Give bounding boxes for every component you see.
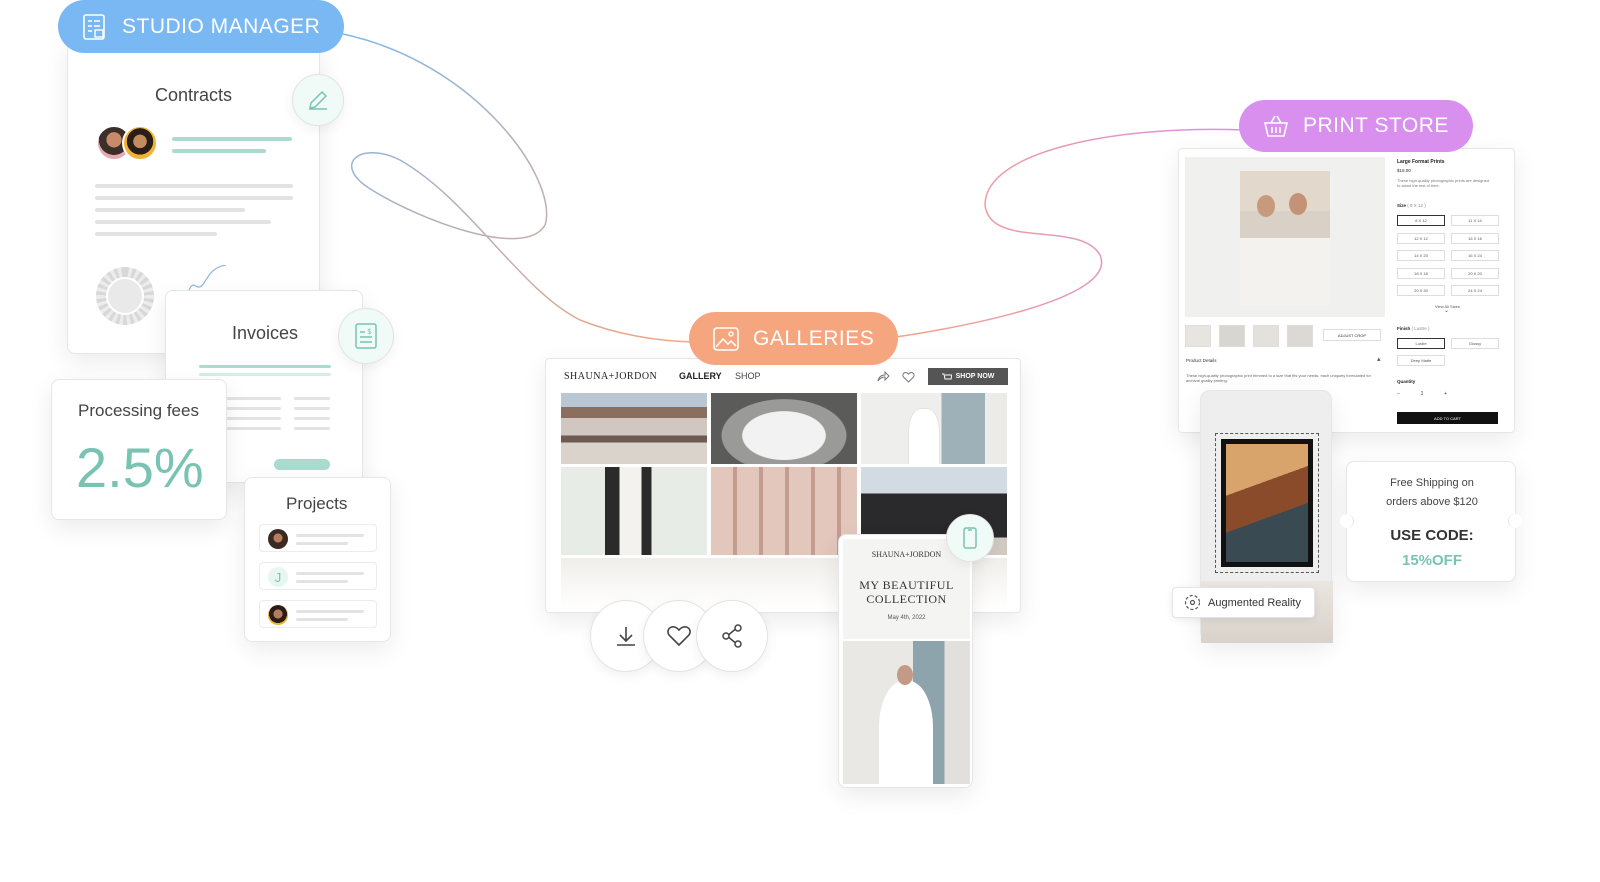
invoice-icon-button[interactable]: $ bbox=[338, 308, 394, 364]
signer-line bbox=[172, 137, 292, 141]
projects-title: Projects bbox=[286, 494, 348, 513]
processing-fees-label: Processing fees bbox=[78, 401, 199, 420]
shop-now-button[interactable]: SHOP NOW bbox=[928, 368, 1008, 385]
size-option[interactable]: 16 X 16 bbox=[1451, 232, 1499, 244]
coupon-card: Free Shipping on orders above $120 USE C… bbox=[1340, 461, 1522, 582]
size-option[interactable]: 12 X 12 bbox=[1397, 232, 1445, 244]
download-icon bbox=[617, 627, 635, 646]
size-option[interactable]: 8 X 12 bbox=[1397, 215, 1445, 226]
product-description: These high-quality photographic prints a… bbox=[1397, 178, 1490, 188]
finish-option[interactable]: Deep Matte bbox=[1397, 355, 1445, 366]
print-store-label: PRINT STORE bbox=[1303, 114, 1449, 137]
thumbnail[interactable] bbox=[1219, 325, 1245, 347]
galleries-label: GALLERIES bbox=[753, 326, 875, 350]
coupon-line-1: Free Shipping on bbox=[1390, 477, 1474, 489]
processing-fees-card: Processing fees 2.5% bbox=[51, 379, 227, 520]
product-price: $18.00 bbox=[1397, 168, 1411, 173]
size-option[interactable]: 24 X 24 bbox=[1451, 285, 1499, 296]
signer-line bbox=[172, 149, 266, 153]
chevron-down-icon: ⌄ bbox=[1444, 308, 1450, 314]
thumbnail[interactable] bbox=[1287, 325, 1313, 347]
share-button[interactable] bbox=[696, 600, 768, 672]
thumbnail[interactable] bbox=[1253, 325, 1279, 347]
product-details-text: These high-quality photographic print tr… bbox=[1186, 373, 1371, 383]
pay-button[interactable] bbox=[274, 459, 330, 470]
seal-icon bbox=[96, 267, 154, 325]
print-store-badge[interactable]: PRINT STORE bbox=[1239, 100, 1473, 152]
gallery-phone[interactable]: SHAUNA+JORDON MY BEAUTIFUL COLLECTION Ma… bbox=[838, 534, 973, 788]
ar-icon bbox=[1184, 594, 1201, 611]
avatar bbox=[268, 605, 288, 625]
basket-icon bbox=[1263, 115, 1289, 137]
size-option[interactable]: 11 X 14 bbox=[1451, 215, 1499, 226]
phone-date: May 4th, 2022 bbox=[887, 615, 926, 621]
finish-label: Finish ( Lustre ) bbox=[1397, 326, 1430, 331]
projects-card[interactable]: Projects J bbox=[244, 477, 391, 642]
avatar bbox=[268, 529, 288, 549]
mobile-icon bbox=[963, 527, 977, 549]
project-row[interactable] bbox=[259, 600, 377, 628]
share-icon bbox=[722, 624, 742, 648]
coupon-line-2: orders above $120 bbox=[1386, 496, 1478, 508]
size-label: Size ( 8 X 12 ) bbox=[1397, 203, 1426, 208]
gallery-photo[interactable] bbox=[711, 393, 857, 464]
chevron-up-icon[interactable]: ▴ bbox=[1377, 355, 1381, 363]
mobile-button[interactable] bbox=[946, 514, 994, 562]
gallery-photo[interactable] bbox=[561, 467, 707, 555]
share-icon[interactable] bbox=[876, 371, 890, 383]
phone-title-1: MY BEAUTIFUL bbox=[859, 578, 954, 592]
augmented-reality-chip[interactable]: Augmented Reality bbox=[1172, 587, 1315, 618]
gallery-photo[interactable] bbox=[711, 467, 857, 555]
cart-icon bbox=[941, 373, 952, 379]
coupon-code: 15%OFF bbox=[1401, 552, 1462, 569]
product-image bbox=[1185, 157, 1385, 317]
size-option[interactable]: 20 X 20 bbox=[1451, 267, 1499, 279]
finish-option[interactable]: Glossy bbox=[1451, 338, 1499, 349]
galleries-badge[interactable]: GALLERIES bbox=[689, 312, 899, 365]
avatar: J bbox=[268, 567, 288, 587]
product-details-label: Product Details bbox=[1186, 358, 1217, 363]
gallery-photo[interactable] bbox=[861, 393, 1007, 464]
avatar bbox=[122, 125, 158, 161]
pen-icon bbox=[309, 90, 328, 110]
nav-gallery[interactable]: GALLERY bbox=[679, 371, 722, 381]
sign-pen-button[interactable] bbox=[292, 74, 344, 126]
heart-icon[interactable] bbox=[902, 371, 915, 383]
invoice-icon: $ bbox=[355, 323, 377, 349]
nav-shop[interactable]: SHOP bbox=[735, 371, 761, 381]
contracts-title: Contracts bbox=[155, 85, 233, 105]
image-icon bbox=[713, 326, 739, 351]
increment-button[interactable]: + bbox=[1444, 391, 1447, 401]
size-option[interactable]: 20 X 30 bbox=[1397, 285, 1445, 296]
augmented-reality-label: Augmented Reality bbox=[1208, 596, 1301, 609]
invoices-title: Invoices bbox=[232, 323, 299, 343]
processing-fees-value: 2.5% bbox=[76, 436, 204, 499]
gallery-brand: SHAUNA+JORDON bbox=[564, 371, 658, 382]
coupon-code-label: USE CODE: bbox=[1390, 527, 1474, 544]
heart-icon bbox=[667, 626, 691, 647]
size-option[interactable]: 18 X 18 bbox=[1397, 267, 1445, 279]
studio-manager-badge[interactable]: STUDIO MANAGER bbox=[58, 0, 345, 53]
finish-option[interactable]: Lustre bbox=[1397, 338, 1445, 349]
svg-text:$: $ bbox=[367, 327, 372, 336]
gallery-photo[interactable] bbox=[561, 393, 707, 464]
size-option[interactable]: 14 X 20 bbox=[1397, 250, 1445, 261]
project-row[interactable] bbox=[259, 524, 377, 552]
thumbnail[interactable] bbox=[1185, 325, 1211, 347]
ar-framed-print bbox=[1221, 439, 1313, 567]
add-to-cart-button[interactable]: ADD TO CART bbox=[1397, 412, 1498, 424]
adjust-crop-button[interactable]: ADJUST CROP bbox=[1323, 329, 1381, 341]
product-title: Large Format Prints bbox=[1397, 159, 1445, 165]
project-row[interactable]: J bbox=[259, 562, 377, 590]
studio-manager-label: STUDIO MANAGER bbox=[122, 14, 321, 38]
studio-manager-icon bbox=[83, 13, 105, 40]
decrement-button[interactable]: − bbox=[1397, 391, 1400, 401]
phone-title-2: COLLECTION bbox=[866, 592, 947, 606]
quantity-label: Quantity bbox=[1397, 379, 1416, 384]
quantity-stepper[interactable]: −1 + bbox=[1397, 391, 1447, 401]
size-option[interactable]: 16 X 24 bbox=[1451, 250, 1499, 261]
phone-hero-photo bbox=[843, 641, 970, 784]
